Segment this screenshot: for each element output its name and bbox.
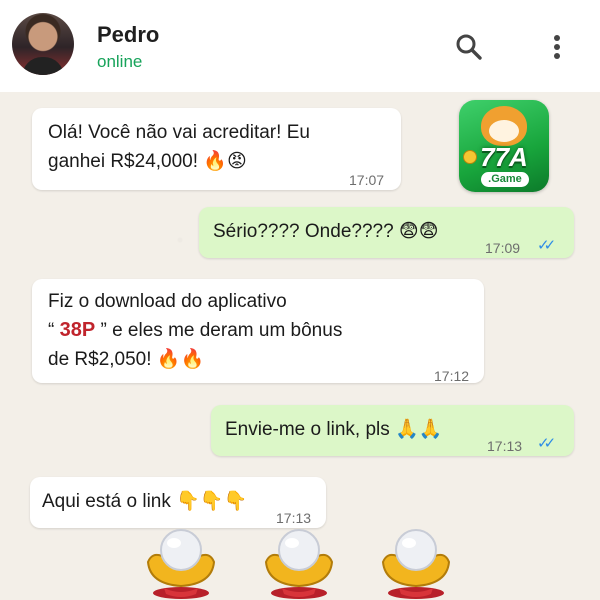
avatar[interactable]: [12, 13, 74, 75]
gold-ingot-icon[interactable]: [142, 522, 220, 600]
message-time: 17:09: [485, 240, 521, 256]
message-bubble-incoming[interactable]: Fiz o download do aplicativo “ 38P ” e e…: [32, 279, 484, 384]
message-line: Fiz o download do aplicativo: [48, 291, 287, 312]
message-text: Aqui está o link 👇👇👇: [42, 491, 248, 512]
message-time: 17:12: [434, 368, 470, 384]
message-time: 17:13: [487, 438, 523, 454]
avatar-shirt: [22, 57, 64, 75]
app-logo-title: 77A: [480, 142, 528, 172]
menu-button[interactable]: [542, 32, 572, 62]
message-line: Olá! Você não vai acreditar! Eu: [48, 122, 310, 143]
message-line: ” e eles me deram um bônus: [95, 320, 343, 341]
message-line: “: [48, 320, 60, 341]
app-name-highlight: 38P: [59, 319, 96, 341]
tiger-face: [489, 120, 519, 142]
message-bubble-outgoing[interactable]: Envie-me o link, pls 🙏🙏 17:13 ✓✓: [211, 405, 574, 456]
chat-header: Pedro online: [0, 0, 600, 92]
message-line: ganhei R$24,000! 🔥😡: [48, 151, 247, 172]
message-text: Fiz o download do aplicativo “ 38P ” e e…: [48, 287, 342, 374]
message-text: Envie-me o link, pls 🙏🙏: [225, 419, 443, 440]
message-line: de R$2,050! 🔥🔥: [48, 349, 205, 370]
more-vert-icon: [554, 35, 560, 59]
message-bubble-incoming[interactable]: Aqui está o link 👇👇👇 17:13: [30, 477, 326, 528]
gold-ingot-icon[interactable]: [260, 522, 338, 600]
app-logo-icon[interactable]: 77A .Game: [459, 100, 549, 192]
message-time: 17:07: [349, 172, 385, 188]
message-bubble-incoming[interactable]: Olá! Você não vai acreditar! Eu ganhei R…: [32, 108, 401, 190]
read-ticks-icon: ✓✓: [537, 237, 556, 254]
gold-ingot-icon[interactable]: [377, 522, 455, 600]
search-button[interactable]: [454, 32, 484, 62]
message-text: Sério???? Onde???? 😨😨: [213, 221, 439, 242]
contact-name[interactable]: Pedro: [97, 22, 159, 48]
search-icon: [456, 34, 482, 60]
contact-status: online: [97, 52, 143, 71]
read-ticks-icon: ✓✓: [537, 435, 556, 452]
message-bubble-outgoing[interactable]: Sério???? Onde???? 😨😨 17:09 ✓✓: [199, 207, 574, 258]
app-logo-subtitle: .Game: [481, 172, 529, 187]
message-text: Olá! Você não vai acreditar! Eu ganhei R…: [48, 118, 310, 176]
